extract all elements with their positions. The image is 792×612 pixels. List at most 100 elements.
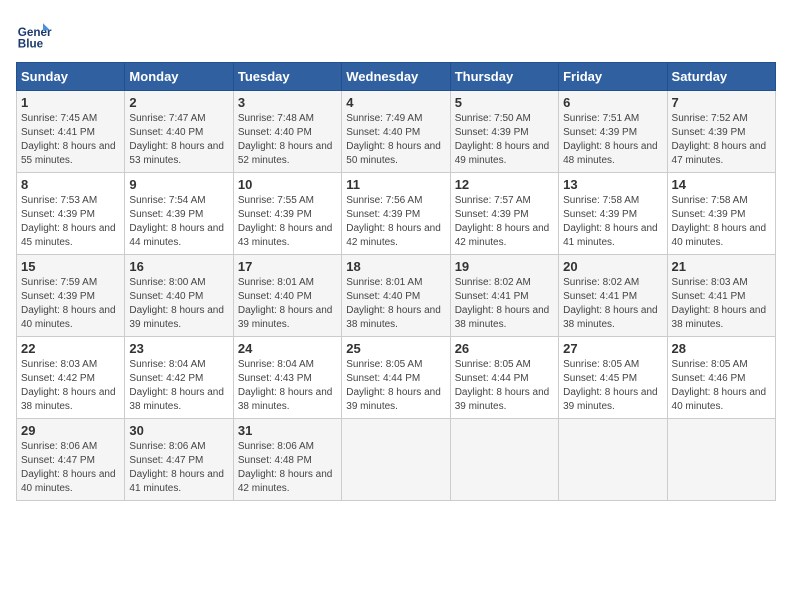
day-number: 22 bbox=[21, 341, 120, 356]
column-header-sunday: Sunday bbox=[17, 63, 125, 91]
calendar-cell: 29 Sunrise: 8:06 AMSunset: 4:47 PMDaylig… bbox=[17, 419, 125, 501]
day-number: 27 bbox=[563, 341, 662, 356]
calendar-cell bbox=[450, 419, 558, 501]
day-number: 10 bbox=[238, 177, 337, 192]
page-header: General Blue bbox=[16, 16, 776, 52]
calendar-cell: 22 Sunrise: 8:03 AMSunset: 4:42 PMDaylig… bbox=[17, 337, 125, 419]
calendar-cell: 9 Sunrise: 7:54 AMSunset: 4:39 PMDayligh… bbox=[125, 173, 233, 255]
calendar-cell: 27 Sunrise: 8:05 AMSunset: 4:45 PMDaylig… bbox=[559, 337, 667, 419]
calendar-table: SundayMondayTuesdayWednesdayThursdayFrid… bbox=[16, 62, 776, 501]
day-detail: Sunrise: 8:04 AMSunset: 4:43 PMDaylight:… bbox=[238, 359, 333, 412]
day-detail: Sunrise: 8:00 AMSunset: 4:40 PMDaylight:… bbox=[129, 277, 224, 330]
day-number: 21 bbox=[672, 259, 771, 274]
day-detail: Sunrise: 7:58 AMSunset: 4:39 PMDaylight:… bbox=[672, 195, 767, 248]
day-number: 31 bbox=[238, 423, 337, 438]
calendar-cell: 30 Sunrise: 8:06 AMSunset: 4:47 PMDaylig… bbox=[125, 419, 233, 501]
calendar-cell: 23 Sunrise: 8:04 AMSunset: 4:42 PMDaylig… bbox=[125, 337, 233, 419]
day-number: 17 bbox=[238, 259, 337, 274]
day-number: 18 bbox=[346, 259, 445, 274]
calendar-cell: 18 Sunrise: 8:01 AMSunset: 4:40 PMDaylig… bbox=[342, 255, 450, 337]
day-number: 2 bbox=[129, 95, 228, 110]
calendar-cell: 17 Sunrise: 8:01 AMSunset: 4:40 PMDaylig… bbox=[233, 255, 341, 337]
day-number: 11 bbox=[346, 177, 445, 192]
day-number: 4 bbox=[346, 95, 445, 110]
day-detail: Sunrise: 7:57 AMSunset: 4:39 PMDaylight:… bbox=[455, 195, 550, 248]
day-number: 1 bbox=[21, 95, 120, 110]
day-number: 20 bbox=[563, 259, 662, 274]
day-detail: Sunrise: 8:05 AMSunset: 4:44 PMDaylight:… bbox=[455, 359, 550, 412]
calendar-cell: 4 Sunrise: 7:49 AMSunset: 4:40 PMDayligh… bbox=[342, 91, 450, 173]
day-number: 8 bbox=[21, 177, 120, 192]
calendar-cell: 26 Sunrise: 8:05 AMSunset: 4:44 PMDaylig… bbox=[450, 337, 558, 419]
logo: General Blue bbox=[16, 16, 52, 52]
calendar-cell: 21 Sunrise: 8:03 AMSunset: 4:41 PMDaylig… bbox=[667, 255, 775, 337]
day-detail: Sunrise: 8:06 AMSunset: 4:47 PMDaylight:… bbox=[129, 441, 224, 494]
day-number: 30 bbox=[129, 423, 228, 438]
day-number: 26 bbox=[455, 341, 554, 356]
calendar-week-row: 22 Sunrise: 8:03 AMSunset: 4:42 PMDaylig… bbox=[17, 337, 776, 419]
day-detail: Sunrise: 8:06 AMSunset: 4:48 PMDaylight:… bbox=[238, 441, 333, 494]
day-detail: Sunrise: 7:48 AMSunset: 4:40 PMDaylight:… bbox=[238, 113, 333, 166]
calendar-cell: 31 Sunrise: 8:06 AMSunset: 4:48 PMDaylig… bbox=[233, 419, 341, 501]
day-number: 12 bbox=[455, 177, 554, 192]
column-header-tuesday: Tuesday bbox=[233, 63, 341, 91]
calendar-cell: 25 Sunrise: 8:05 AMSunset: 4:44 PMDaylig… bbox=[342, 337, 450, 419]
day-detail: Sunrise: 8:04 AMSunset: 4:42 PMDaylight:… bbox=[129, 359, 224, 412]
day-number: 3 bbox=[238, 95, 337, 110]
calendar-cell: 28 Sunrise: 8:05 AMSunset: 4:46 PMDaylig… bbox=[667, 337, 775, 419]
day-detail: Sunrise: 8:02 AMSunset: 4:41 PMDaylight:… bbox=[563, 277, 658, 330]
calendar-cell: 11 Sunrise: 7:56 AMSunset: 4:39 PMDaylig… bbox=[342, 173, 450, 255]
calendar-cell: 7 Sunrise: 7:52 AMSunset: 4:39 PMDayligh… bbox=[667, 91, 775, 173]
day-number: 25 bbox=[346, 341, 445, 356]
calendar-cell: 16 Sunrise: 8:00 AMSunset: 4:40 PMDaylig… bbox=[125, 255, 233, 337]
calendar-cell: 14 Sunrise: 7:58 AMSunset: 4:39 PMDaylig… bbox=[667, 173, 775, 255]
day-detail: Sunrise: 7:50 AMSunset: 4:39 PMDaylight:… bbox=[455, 113, 550, 166]
day-detail: Sunrise: 7:58 AMSunset: 4:39 PMDaylight:… bbox=[563, 195, 658, 248]
day-number: 6 bbox=[563, 95, 662, 110]
calendar-cell bbox=[667, 419, 775, 501]
calendar-cell: 8 Sunrise: 7:53 AMSunset: 4:39 PMDayligh… bbox=[17, 173, 125, 255]
calendar-header-row: SundayMondayTuesdayWednesdayThursdayFrid… bbox=[17, 63, 776, 91]
day-detail: Sunrise: 8:03 AMSunset: 4:41 PMDaylight:… bbox=[672, 277, 767, 330]
logo-icon: General Blue bbox=[16, 16, 52, 52]
calendar-cell bbox=[342, 419, 450, 501]
calendar-cell: 12 Sunrise: 7:57 AMSunset: 4:39 PMDaylig… bbox=[450, 173, 558, 255]
calendar-cell: 5 Sunrise: 7:50 AMSunset: 4:39 PMDayligh… bbox=[450, 91, 558, 173]
svg-text:Blue: Blue bbox=[18, 38, 44, 51]
calendar-week-row: 8 Sunrise: 7:53 AMSunset: 4:39 PMDayligh… bbox=[17, 173, 776, 255]
calendar-cell: 1 Sunrise: 7:45 AMSunset: 4:41 PMDayligh… bbox=[17, 91, 125, 173]
day-detail: Sunrise: 7:49 AMSunset: 4:40 PMDaylight:… bbox=[346, 113, 441, 166]
day-number: 5 bbox=[455, 95, 554, 110]
column-header-thursday: Thursday bbox=[450, 63, 558, 91]
day-number: 13 bbox=[563, 177, 662, 192]
day-detail: Sunrise: 8:01 AMSunset: 4:40 PMDaylight:… bbox=[238, 277, 333, 330]
day-detail: Sunrise: 8:05 AMSunset: 4:44 PMDaylight:… bbox=[346, 359, 441, 412]
day-detail: Sunrise: 7:56 AMSunset: 4:39 PMDaylight:… bbox=[346, 195, 441, 248]
column-header-saturday: Saturday bbox=[667, 63, 775, 91]
day-detail: Sunrise: 7:53 AMSunset: 4:39 PMDaylight:… bbox=[21, 195, 116, 248]
day-detail: Sunrise: 8:05 AMSunset: 4:46 PMDaylight:… bbox=[672, 359, 767, 412]
calendar-cell: 13 Sunrise: 7:58 AMSunset: 4:39 PMDaylig… bbox=[559, 173, 667, 255]
calendar-cell: 20 Sunrise: 8:02 AMSunset: 4:41 PMDaylig… bbox=[559, 255, 667, 337]
day-number: 14 bbox=[672, 177, 771, 192]
calendar-cell: 6 Sunrise: 7:51 AMSunset: 4:39 PMDayligh… bbox=[559, 91, 667, 173]
day-number: 7 bbox=[672, 95, 771, 110]
calendar-cell: 3 Sunrise: 7:48 AMSunset: 4:40 PMDayligh… bbox=[233, 91, 341, 173]
calendar-cell bbox=[559, 419, 667, 501]
day-detail: Sunrise: 8:05 AMSunset: 4:45 PMDaylight:… bbox=[563, 359, 658, 412]
calendar-week-row: 29 Sunrise: 8:06 AMSunset: 4:47 PMDaylig… bbox=[17, 419, 776, 501]
calendar-cell: 2 Sunrise: 7:47 AMSunset: 4:40 PMDayligh… bbox=[125, 91, 233, 173]
day-detail: Sunrise: 7:52 AMSunset: 4:39 PMDaylight:… bbox=[672, 113, 767, 166]
calendar-week-row: 1 Sunrise: 7:45 AMSunset: 4:41 PMDayligh… bbox=[17, 91, 776, 173]
day-detail: Sunrise: 8:02 AMSunset: 4:41 PMDaylight:… bbox=[455, 277, 550, 330]
day-detail: Sunrise: 7:45 AMSunset: 4:41 PMDaylight:… bbox=[21, 113, 116, 166]
day-number: 19 bbox=[455, 259, 554, 274]
day-detail: Sunrise: 7:55 AMSunset: 4:39 PMDaylight:… bbox=[238, 195, 333, 248]
day-number: 28 bbox=[672, 341, 771, 356]
column-header-monday: Monday bbox=[125, 63, 233, 91]
day-number: 15 bbox=[21, 259, 120, 274]
day-detail: Sunrise: 8:06 AMSunset: 4:47 PMDaylight:… bbox=[21, 441, 116, 494]
day-number: 24 bbox=[238, 341, 337, 356]
day-detail: Sunrise: 8:01 AMSunset: 4:40 PMDaylight:… bbox=[346, 277, 441, 330]
day-number: 29 bbox=[21, 423, 120, 438]
